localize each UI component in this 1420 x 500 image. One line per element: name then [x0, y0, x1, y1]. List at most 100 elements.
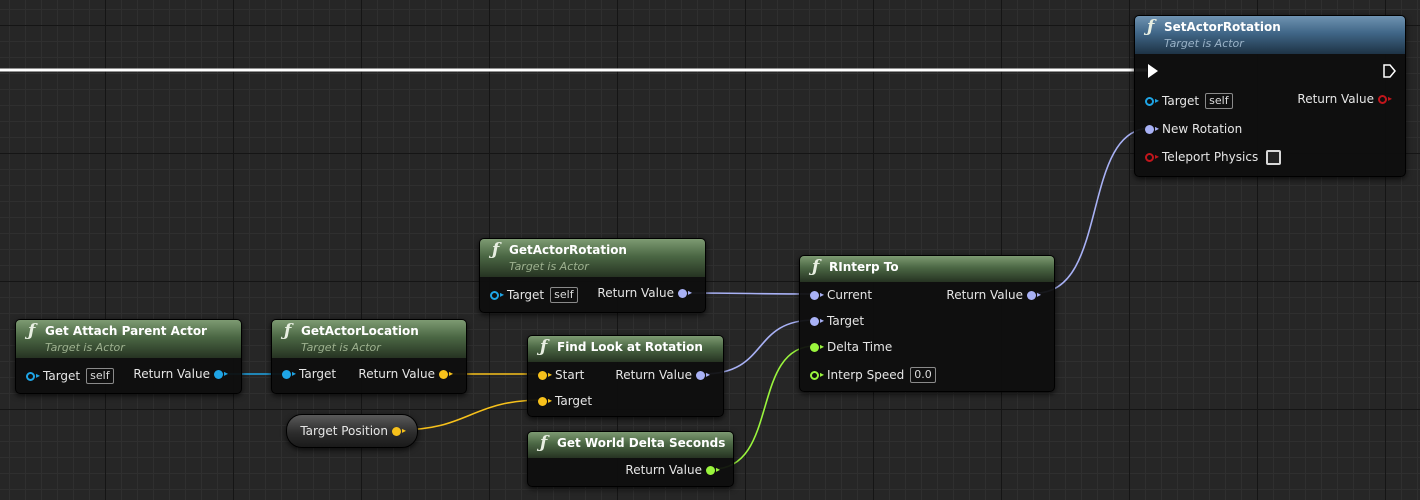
object-pin-icon[interactable]: [490, 290, 499, 300]
object-pin-icon[interactable]: [213, 369, 223, 379]
exec-in-pin-icon[interactable]: [1148, 64, 1158, 78]
node-title: Get Attach Parent Actor: [45, 324, 207, 338]
get-world-delta-seconds-header[interactable]: ƒ Get World Delta Seconds: [528, 432, 733, 458]
pin-arrow-icon: ▸: [1155, 96, 1160, 105]
delta-time-pin[interactable]: ▸ Delta Time: [810, 339, 892, 355]
pin-label: Target: [1162, 94, 1200, 108]
pin-label: Return Value: [358, 367, 435, 381]
pin-label: Return Value: [597, 286, 674, 300]
pin-label: Target: [299, 367, 337, 381]
get-attach-parent-actor-node[interactable]: ƒ Get Attach Parent Actor Target is Acto…: [15, 319, 242, 394]
object-pin-icon[interactable]: [1145, 96, 1154, 106]
return-value-pin[interactable]: Return Value ▸: [597, 285, 695, 301]
interp-speed-field[interactable]: 0.0: [910, 367, 936, 383]
target-pin[interactable]: ▸ Target: [810, 313, 864, 329]
get-actor-rotation-header[interactable]: ƒ GetActorRotation Target is Actor: [480, 239, 705, 277]
rotator-pin-icon[interactable]: [677, 288, 687, 298]
object-pin-icon[interactable]: [282, 369, 291, 379]
get-world-delta-seconds-node[interactable]: ƒ Get World Delta Seconds Return Value ▸: [527, 431, 734, 487]
vector-pin-icon[interactable]: [438, 369, 448, 379]
target-position-output-pin[interactable]: Target Position ▸: [300, 423, 409, 439]
pin-label: Target: [507, 288, 545, 302]
rotator-pin-icon[interactable]: [810, 290, 819, 300]
get-actor-location-header[interactable]: ƒ GetActorLocation Target is Actor: [272, 320, 466, 358]
rotator-pin-icon[interactable]: [810, 316, 819, 326]
node-subtitle: Target is Actor: [301, 341, 381, 354]
return-value-pin[interactable]: Return Value ▸: [133, 366, 231, 382]
vector-pin-icon[interactable]: [391, 426, 401, 436]
rinterp-to-header[interactable]: ƒ RInterp To: [800, 256, 1054, 282]
variable-label: Target Position: [300, 424, 388, 438]
float-pin-icon[interactable]: [810, 342, 819, 352]
float-pin-icon[interactable]: [810, 370, 819, 380]
target-pin[interactable]: ▸ Target: [282, 366, 336, 382]
exec-out-arrow-icon: [1383, 64, 1396, 78]
return-value-pin[interactable]: Return Value ▸: [946, 287, 1044, 303]
pin-arrow-icon: ▸: [1036, 290, 1041, 299]
function-icon: ƒ: [812, 257, 820, 277]
target-pin[interactable]: ▸ Target: [538, 393, 592, 409]
pin-arrow-icon: ▸: [820, 316, 825, 325]
function-icon: ƒ: [492, 240, 500, 260]
function-icon: ƒ: [540, 433, 548, 453]
pin-label: Return Value: [1297, 92, 1374, 106]
find-look-at-rotation-header[interactable]: ƒ Find Look at Rotation: [528, 336, 723, 362]
pin-label: Target: [555, 394, 593, 408]
rotator-pin-icon[interactable]: [695, 370, 705, 380]
node-title: GetActorRotation: [509, 243, 627, 257]
target-self-field[interactable]: self: [550, 287, 578, 303]
wire-targetpos-to-target[interactable]: [397, 399, 544, 431]
teleport-physics-checkbox[interactable]: [1266, 149, 1282, 165]
set-actor-rotation-header[interactable]: ƒ SetActorRotation Target is Actor: [1135, 16, 1405, 54]
set-actor-rotation-node[interactable]: ƒ SetActorRotation Target is Actor ▸ Tar…: [1134, 15, 1406, 177]
pin-label: New Rotation: [1162, 122, 1243, 136]
float-pin-icon[interactable]: [705, 465, 715, 475]
rinterp-to-node[interactable]: ƒ RInterp To ▸ Current Return Value ▸ ▸ …: [799, 255, 1055, 392]
get-actor-rotation-node[interactable]: ƒ GetActorRotation Target is Actor ▸ Tar…: [479, 238, 706, 313]
target-pin[interactable]: ▸ Target self: [26, 368, 114, 384]
object-pin-icon[interactable]: [26, 371, 35, 381]
pin-arrow-icon: ▸: [1155, 152, 1160, 161]
return-value-pin[interactable]: Return Value ▸: [625, 462, 723, 478]
return-value-pin[interactable]: Return Value ▸: [615, 367, 713, 383]
node-subtitle: Target is Actor: [1164, 37, 1244, 50]
function-icon: ƒ: [28, 321, 36, 341]
new-rotation-pin[interactable]: ▸ New Rotation: [1145, 121, 1242, 137]
return-value-pin[interactable]: Return Value ▸: [1297, 91, 1395, 107]
teleport-physics-pin[interactable]: ▸ Teleport Physics: [1145, 149, 1282, 165]
pin-arrow-icon: ▸: [500, 290, 505, 299]
current-pin[interactable]: ▸ Current: [810, 287, 872, 303]
target-self-field[interactable]: self: [86, 368, 114, 384]
bool-pin-icon[interactable]: [1145, 152, 1154, 162]
find-look-at-rotation-node[interactable]: ƒ Find Look at Rotation ▸ Start Return V…: [527, 335, 724, 417]
interp-speed-pin[interactable]: ▸ Interp Speed 0.0: [810, 367, 936, 383]
get-actor-location-node[interactable]: ƒ GetActorLocation Target is Actor ▸ Tar…: [271, 319, 467, 394]
pin-label: Delta Time: [827, 340, 893, 354]
node-subtitle: Target is Actor: [45, 341, 125, 354]
target-self-field[interactable]: self: [1205, 93, 1233, 109]
pin-label: Target: [43, 369, 81, 383]
node-title: SetActorRotation: [1164, 20, 1281, 34]
target-pin[interactable]: ▸ Target self: [1145, 93, 1233, 109]
node-subtitle: Target is Actor: [509, 260, 589, 273]
target-pin[interactable]: ▸ Target self: [490, 287, 578, 303]
pin-arrow-icon: ▸: [820, 342, 825, 351]
pin-arrow-icon: ▸: [687, 288, 692, 297]
function-icon: ƒ: [540, 337, 548, 357]
vector-pin-icon[interactable]: [538, 370, 547, 380]
return-value-pin[interactable]: Return Value ▸: [358, 366, 456, 382]
function-icon: ƒ: [1147, 17, 1155, 37]
pin-arrow-icon: ▸: [448, 369, 453, 378]
start-pin[interactable]: ▸ Start: [538, 367, 584, 383]
get-attach-parent-actor-header[interactable]: ƒ Get Attach Parent Actor Target is Acto…: [16, 320, 241, 358]
pin-label: Current: [827, 288, 873, 302]
target-position-variable-node[interactable]: Target Position ▸: [286, 414, 418, 448]
bool-pin-icon[interactable]: [1377, 94, 1387, 104]
rotator-pin-icon[interactable]: [1145, 124, 1154, 134]
pin-arrow-icon: ▸: [548, 370, 553, 379]
exec-out-pin-icon[interactable]: [1383, 64, 1396, 78]
rotator-pin-icon[interactable]: [1026, 290, 1036, 300]
pin-label: Target: [827, 314, 865, 328]
vector-pin-icon[interactable]: [538, 396, 547, 406]
pin-arrow-icon: ▸: [292, 369, 297, 378]
